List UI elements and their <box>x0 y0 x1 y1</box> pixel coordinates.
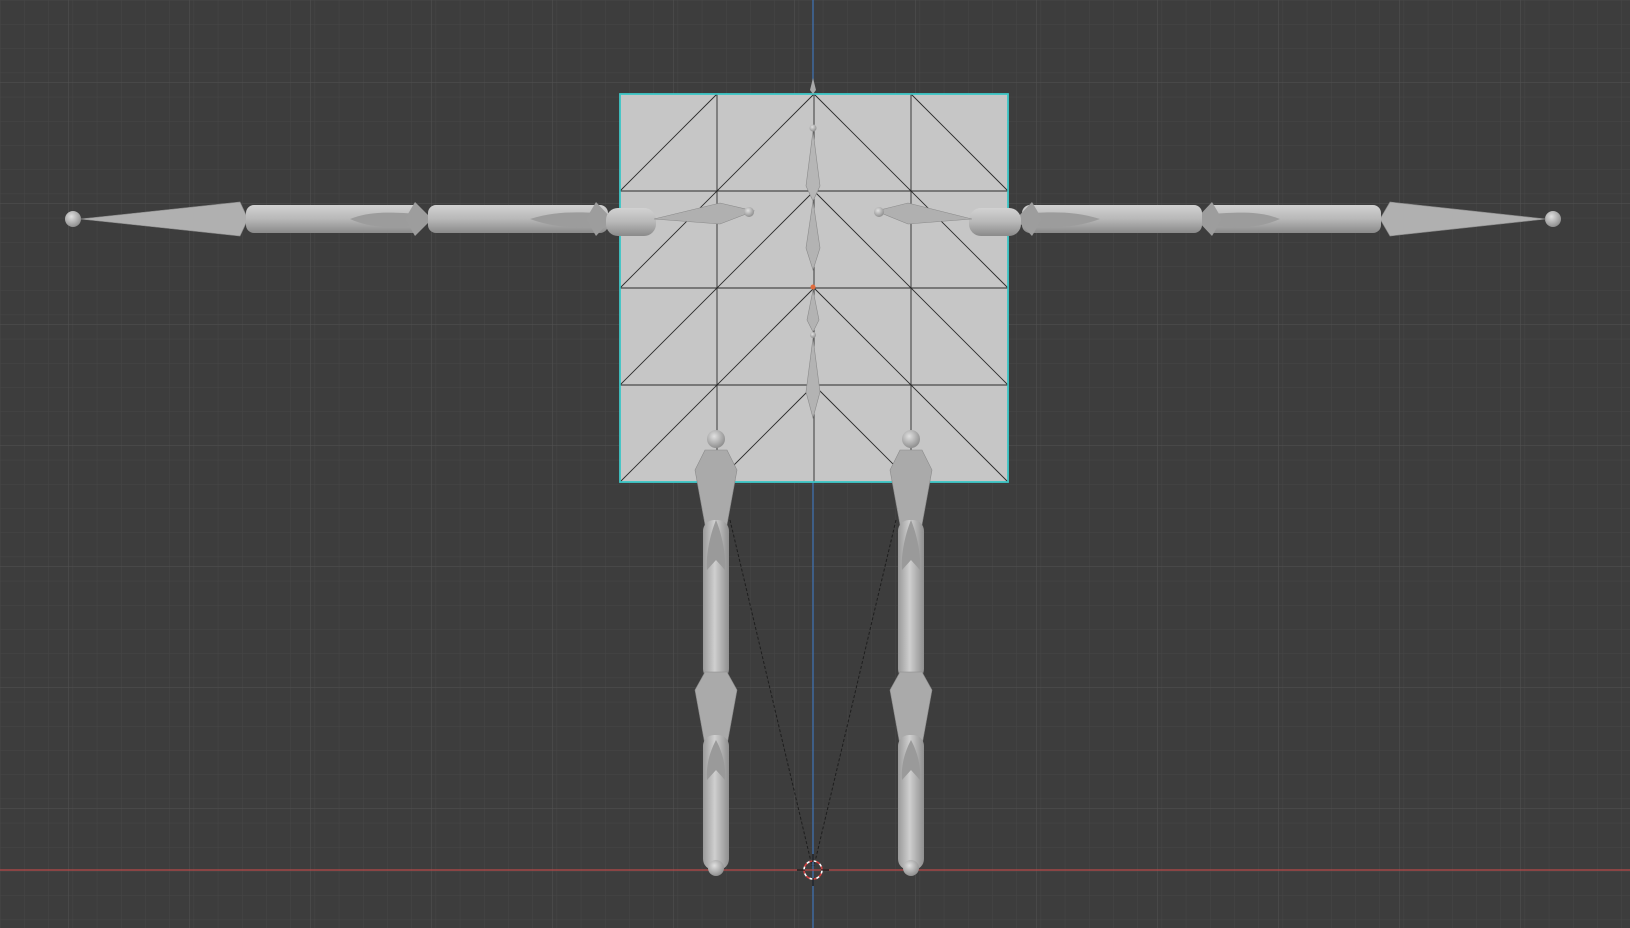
3d-viewport[interactable] <box>0 0 1630 928</box>
viewport-canvas[interactable] <box>0 0 1630 928</box>
